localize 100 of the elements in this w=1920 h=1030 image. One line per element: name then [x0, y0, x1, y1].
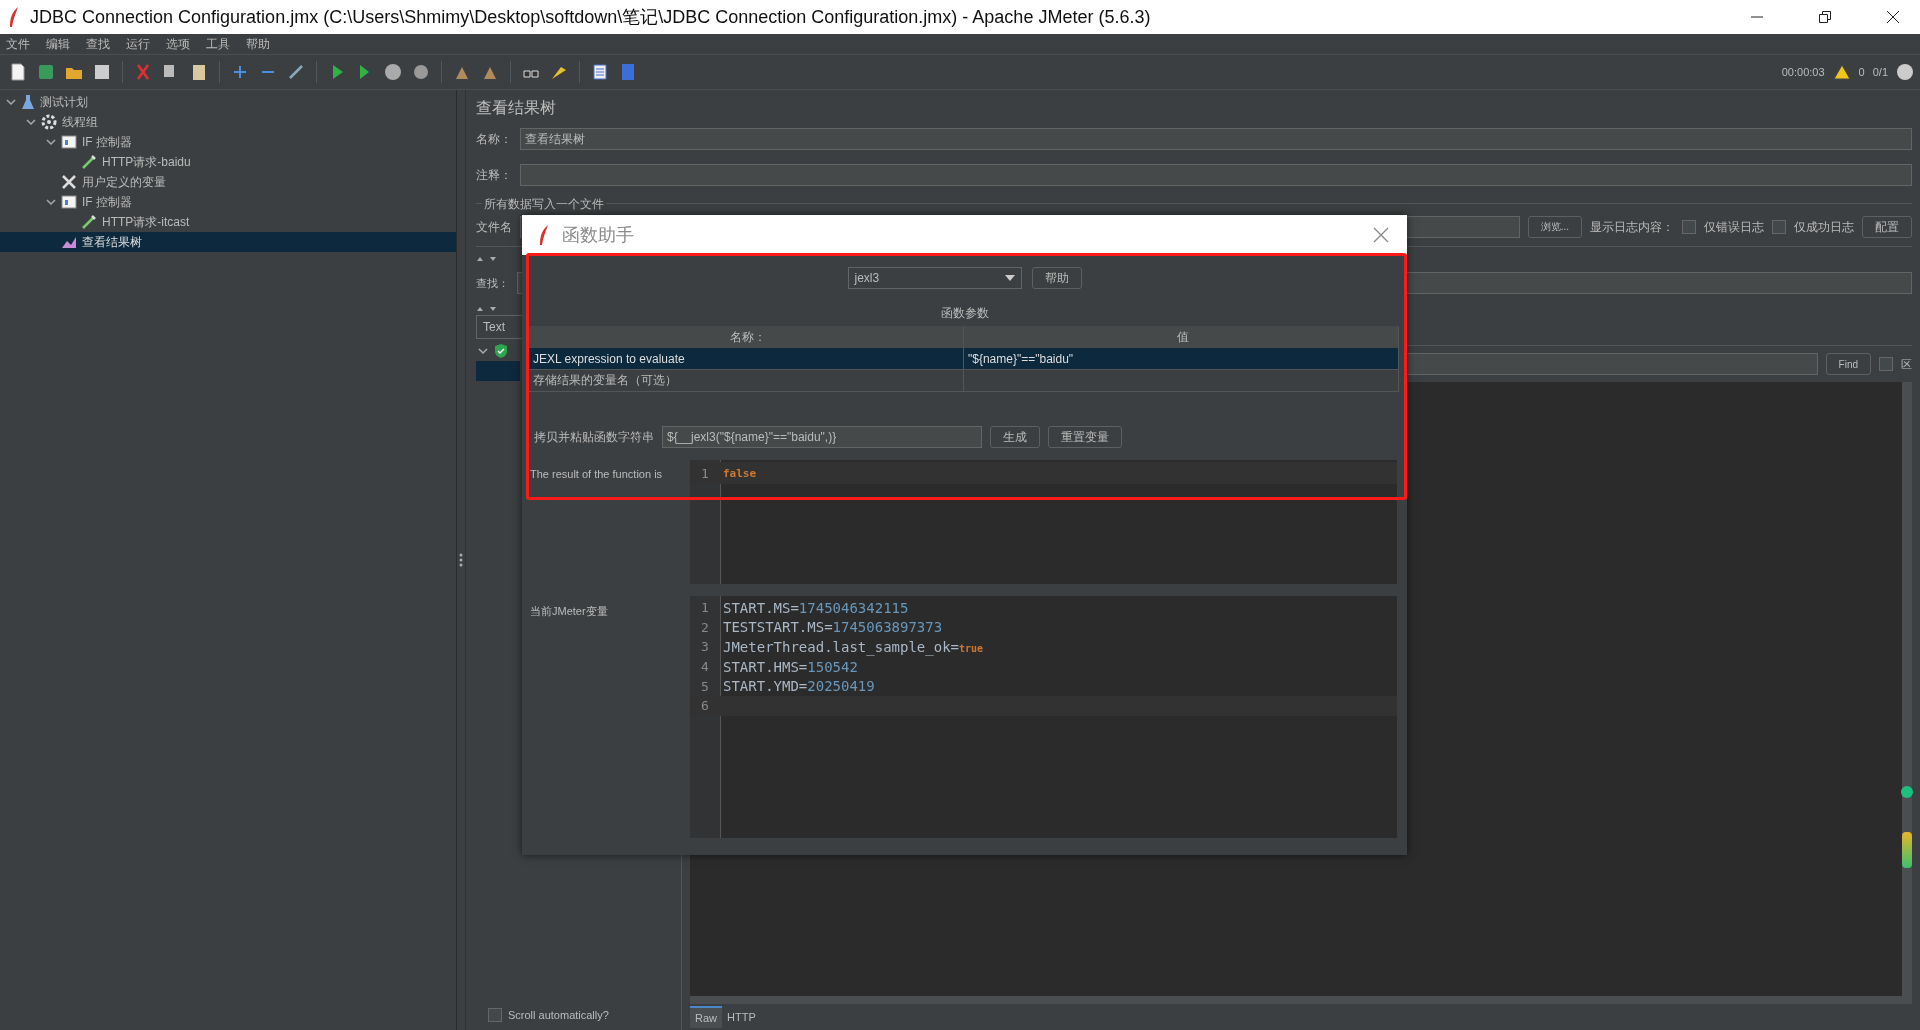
close-icon[interactable]	[1886, 10, 1900, 24]
column-header[interactable]: 值	[964, 326, 1399, 348]
dialog-title: 函数助手	[562, 224, 634, 247]
reset-variables-button[interactable]: 重置变量	[1048, 426, 1122, 448]
log-content-label: 显示日志内容：	[1590, 218, 1674, 236]
pipette-icon	[81, 214, 97, 230]
window-title: JDBC Connection Configuration.jmx (C:\Users\Shmimy\Desktop\softdown\笔记\JDBC Connection Configuration.jmx) - Apache JMeter (5.6.3)	[30, 6, 1151, 29]
caret-icon[interactable]	[46, 197, 56, 207]
flask-icon	[21, 94, 35, 110]
warning-icon[interactable]	[1832, 64, 1851, 80]
checkbox[interactable]	[1772, 220, 1786, 234]
params-title: 函数参数	[939, 305, 990, 322]
parameter-row[interactable]: JEXL expression to evaluate "${name}"=="baidu"	[529, 348, 1399, 370]
checkbox-label: Scroll automatically?	[508, 1009, 609, 1021]
tools-icon	[61, 174, 77, 190]
tree-item[interactable]: HTTP请求-itcast	[0, 212, 456, 232]
result-label: The result of the function is	[529, 467, 664, 482]
checkbox[interactable]	[1879, 357, 1893, 371]
line-number: 2	[700, 619, 710, 635]
column-header[interactable]: 名称：	[529, 326, 964, 348]
dropdown-arrow-icon	[1004, 275, 1015, 281]
splitter-arrows-icon[interactable]	[476, 256, 498, 262]
code-text: false	[722, 466, 757, 480]
variables-label: 当前JMeter变量	[529, 604, 609, 619]
caret-icon[interactable]	[46, 137, 56, 147]
tree-item[interactable]: 线程组	[0, 112, 456, 132]
caret-icon[interactable]	[6, 97, 16, 107]
gear-icon	[41, 114, 57, 130]
tab[interactable]: Raw	[690, 1006, 722, 1028]
menu-item[interactable]: 帮助	[246, 35, 270, 53]
new-file-icon[interactable]	[8, 62, 28, 82]
code-text: START.HMS=150542	[722, 658, 858, 675]
name-field[interactable]: 查看结果树	[520, 128, 1912, 150]
panel-title: 查看结果树	[476, 98, 557, 118]
tree-item[interactable]: 测试计划	[0, 92, 456, 112]
status-dot-icon	[1901, 786, 1913, 798]
result-editor[interactable]: 1 false	[690, 460, 1397, 584]
filename-label: 文件名	[476, 218, 512, 236]
caret-icon[interactable]	[478, 346, 488, 356]
chart-icon	[61, 235, 77, 249]
restore-icon[interactable]	[1818, 10, 1832, 24]
tree-item[interactable]: 用户定义的变量	[0, 172, 456, 192]
window-icon	[61, 195, 77, 209]
tree-item[interactable]: HTTP请求-baidu	[0, 152, 456, 172]
checkbox-label: 仅成功日志	[1794, 218, 1854, 236]
search-label: 查找：	[476, 275, 509, 291]
thread-count: 0/1	[1872, 66, 1888, 78]
checkbox[interactable]	[1682, 220, 1696, 234]
parameter-name: 存储结果的变量名（可选）	[529, 370, 964, 391]
tree-item[interactable]: 查看结果树	[0, 232, 456, 252]
scrollbar-thumb[interactable]	[1902, 832, 1912, 868]
comment-field[interactable]	[520, 164, 1912, 186]
pipette-icon	[81, 154, 97, 170]
line-number: 5	[700, 678, 710, 694]
menu-item[interactable]: 选项	[166, 35, 190, 53]
help-button[interactable]: 帮助	[1031, 267, 1082, 289]
code-text: START.MS=1745046342115	[722, 599, 909, 616]
line-number: 3	[700, 639, 710, 655]
line-number: 6	[700, 698, 710, 714]
feather-icon	[538, 224, 550, 246]
copy-label: 拷贝并粘贴函数字符串	[534, 428, 654, 446]
checkbox-label: 区	[1901, 356, 1912, 372]
line-number: 4	[700, 659, 710, 675]
line-number: 1	[700, 600, 710, 616]
configure-button[interactable]: 配置	[1862, 216, 1912, 238]
shield-check-icon	[494, 343, 508, 359]
code-text: JMeterThread.last_sample_ok=true	[722, 639, 984, 655]
function-string-field[interactable]: ${__jexl3("${name}"=="baidu",)}	[662, 426, 982, 448]
tab[interactable]: HTTP	[722, 1007, 761, 1027]
menu-item[interactable]: 工具	[206, 35, 230, 53]
browse-button[interactable]: 浏览...	[1527, 216, 1582, 238]
splitter-handle-icon[interactable]	[459, 553, 463, 567]
elapsed-time: 00:00:03	[1781, 66, 1825, 78]
splitter-arrows-icon[interactable]	[476, 306, 498, 312]
checkbox-label: 仅错误日志	[1704, 218, 1764, 236]
name-label: 名称：	[476, 130, 512, 148]
function-dropdown[interactable]: jexl3	[847, 267, 1022, 289]
scrollbar[interactable]	[1902, 382, 1912, 1004]
tree-item[interactable]: IF 控制器	[0, 132, 456, 152]
caret-icon[interactable]	[26, 117, 36, 127]
window-icon	[61, 135, 77, 149]
line-number: 1	[700, 465, 710, 481]
code-text: TESTSTART.MS=1745063897373	[722, 619, 943, 636]
parameter-row[interactable]: 存储结果的变量名（可选）	[529, 370, 1399, 392]
tree-item[interactable]: IF 控制器	[0, 192, 456, 212]
parameter-value: "${name}"=="baidu"	[968, 351, 1074, 366]
feather-icon	[8, 6, 20, 28]
parameter-name: JEXL expression to evaluate	[529, 348, 964, 369]
generate-button[interactable]: 生成	[990, 426, 1040, 448]
group-title: 所有数据写入一个文件	[482, 196, 606, 213]
checkbox[interactable]	[488, 1008, 502, 1022]
error-count: 0	[1858, 66, 1865, 78]
menu-item[interactable]: 运行	[126, 35, 150, 53]
variables-editor[interactable]: 1 START.MS=1745046342115 2 TESTSTART.MS=1745063897373 3 JMeterThread.last_sample_ok=true 4 START.HMS=150542 5 START.YMD=20250419 6	[690, 596, 1397, 838]
find-button[interactable]: Find	[1825, 353, 1871, 375]
menu-item[interactable]: 文件	[6, 35, 30, 53]
code-text: START.YMD=20250419	[722, 678, 875, 695]
menu-item[interactable]: 编辑	[46, 35, 70, 53]
comment-label: 注释：	[476, 166, 512, 184]
menu-item[interactable]: 查找	[86, 35, 110, 53]
